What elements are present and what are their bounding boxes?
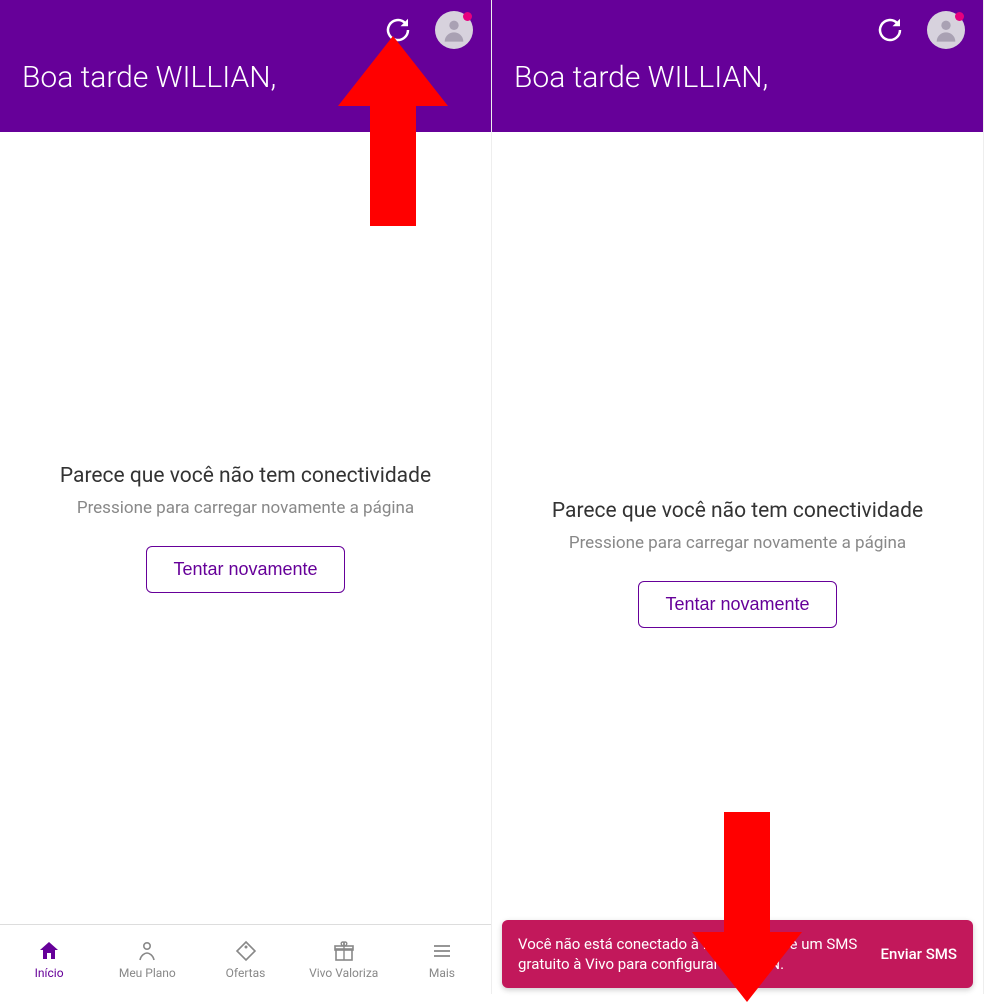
app-header: Boa tarde WILLIAN, [0, 0, 491, 132]
menu-icon [430, 939, 454, 963]
nav-label-plan: Meu Plano [119, 966, 176, 980]
nav-valoriza[interactable]: Vivo Valoriza [295, 939, 393, 980]
retry-button[interactable]: Tentar novamente [146, 546, 344, 593]
nav-more[interactable]: Mais [393, 939, 491, 980]
nav-label-more: Mais [429, 966, 455, 980]
person-icon [135, 939, 159, 963]
app-header: Boa tarde WILLIAN, [492, 0, 983, 132]
refresh-button[interactable] [383, 15, 413, 45]
refresh-icon [875, 15, 905, 45]
nav-label-home: Início [35, 966, 64, 980]
refresh-icon [383, 15, 413, 45]
bottom-nav: Início Meu Plano Ofertas Vivo Valoriza M… [0, 924, 491, 994]
error-subtitle: Pressione para carregar novamente a pági… [569, 533, 906, 553]
refresh-button[interactable] [875, 15, 905, 45]
nav-label-valoriza: Vivo Valoriza [309, 966, 378, 980]
home-icon [37, 939, 61, 963]
tag-icon [234, 939, 258, 963]
nav-home[interactable]: Início [0, 939, 98, 980]
main-content: Parece que você não tem conectividade Pr… [492, 132, 983, 994]
avatar-icon [440, 16, 468, 44]
nav-label-offers: Ofertas [226, 966, 266, 980]
error-title: Parece que você não tem conectividade [60, 464, 431, 488]
profile-avatar[interactable] [435, 11, 473, 49]
gift-icon [332, 939, 356, 963]
error-subtitle: Pressione para carregar novamente a pági… [77, 498, 414, 518]
nav-plan[interactable]: Meu Plano [98, 939, 196, 980]
retry-button[interactable]: Tentar novamente [638, 581, 836, 628]
error-title: Parece que você não tem conectividade [552, 499, 923, 523]
greeting-text: Boa tarde WILLIAN, [492, 60, 983, 113]
toast-apn: Você não está conectado à Internet. Envi… [502, 920, 973, 989]
profile-avatar[interactable] [927, 11, 965, 49]
nav-offers[interactable]: Ofertas [196, 939, 294, 980]
screen-right: Boa tarde WILLIAN, Parece que você não t… [492, 0, 984, 994]
greeting-text: Boa tarde WILLIAN, [0, 60, 491, 113]
avatar-icon [932, 16, 960, 44]
notification-dot [463, 12, 472, 21]
screen-left: Boa tarde WILLIAN, Parece que você não t… [0, 0, 492, 994]
main-content: Parece que você não tem conectividade Pr… [0, 132, 491, 924]
toast-send-sms-button[interactable]: Enviar SMS [881, 944, 958, 964]
toast-message: Você não está conectado à Internet. Envi… [518, 934, 867, 975]
notification-dot [955, 12, 964, 21]
